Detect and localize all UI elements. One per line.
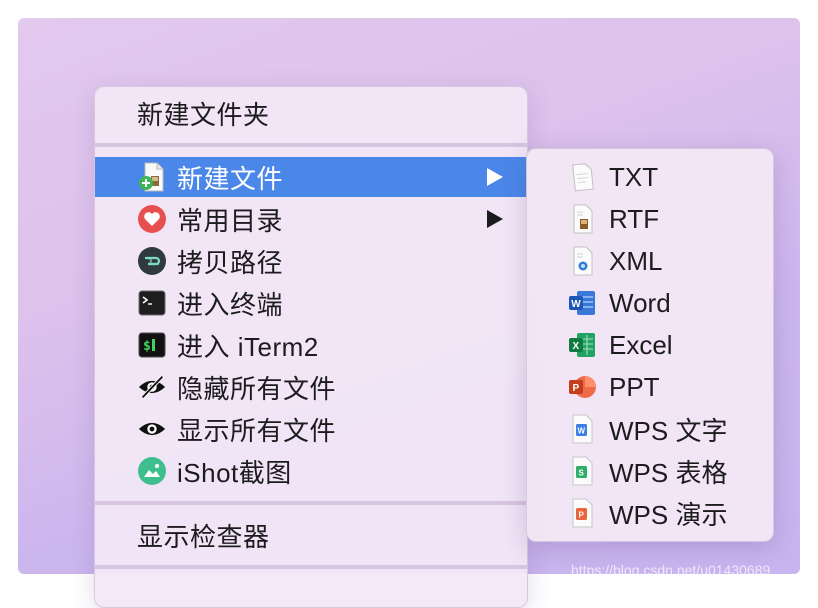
wps-writer-icon: W (567, 413, 597, 445)
svg-text:P: P (573, 383, 580, 394)
xml-file-icon (567, 245, 597, 277)
menu-item-label: 进入 iTerm2 (177, 331, 319, 362)
menu-item-open-terminal[interactable]: 进入终端 (95, 283, 527, 323)
menu-item-copy-path[interactable]: 拷贝路径 (95, 241, 527, 281)
menu-item-hide-all-files[interactable]: 隐藏所有文件 (95, 367, 527, 407)
excel-icon: X (567, 329, 597, 361)
menu-item-show-inspector[interactable]: 显示检查器 (95, 515, 527, 555)
menu-separator (95, 565, 527, 569)
powerpoint-icon: P (567, 371, 597, 403)
submenu-item-label: RTF (609, 203, 660, 234)
menu-separator (95, 501, 527, 505)
terminal-icon (137, 288, 167, 318)
submenu-item-label: WPS 演示 (609, 499, 728, 530)
submenu-item-excel[interactable]: X Excel (527, 325, 773, 365)
menu-item-label: iShot截图 (177, 457, 292, 488)
menu-separator (95, 143, 527, 147)
submenu-item-ppt[interactable]: P PPT (527, 367, 773, 407)
submenu-item-rtf[interactable]: RTF (527, 199, 773, 239)
menu-item-label: 拷贝路径 (177, 247, 284, 278)
svg-text:S: S (579, 469, 585, 478)
heart-icon (137, 204, 167, 234)
menu-item-label: 新建文件 (177, 163, 284, 194)
svg-text:P: P (579, 511, 585, 520)
eye-slash-icon (137, 372, 167, 402)
ishot-icon (137, 456, 167, 486)
submenu-arrow-icon (487, 210, 503, 228)
menu-item-new-folder[interactable]: 新建文件夹 (95, 93, 527, 133)
menu-item-show-all-files[interactable]: 显示所有文件 (95, 409, 527, 449)
rtf-file-icon (567, 203, 597, 235)
submenu-item-wps-presentation[interactable]: P WPS 演示 (527, 493, 773, 533)
svg-text:W: W (578, 427, 586, 436)
submenu-item-label: WPS 表格 (609, 457, 728, 488)
submenu-item-label: XML (609, 245, 663, 276)
path-link-icon (137, 246, 167, 276)
submenu-item-label: Excel (609, 329, 673, 360)
menu-item-open-iterm2[interactable]: $ 进入 iTerm2 (95, 325, 527, 365)
svg-text:W: W (571, 299, 581, 310)
submenu-item-label: TXT (609, 161, 659, 192)
watermark-text: https://blog.csdn.net/u01430689 (571, 562, 771, 578)
svg-text:X: X (573, 341, 580, 352)
submenu-item-label: PPT (609, 371, 660, 402)
menu-item-ishot-screenshot[interactable]: iShot截图 (95, 451, 527, 491)
menu-item-label: 显示所有文件 (177, 415, 337, 446)
wps-presentation-icon: P (567, 497, 597, 529)
eye-icon (137, 414, 167, 444)
menu-item-label: 常用目录 (177, 205, 284, 236)
menu-item-label: 隐藏所有文件 (177, 373, 337, 404)
submenu-item-xml[interactable]: XML (527, 241, 773, 281)
submenu-arrow-icon (487, 168, 503, 186)
menu-item-label: 显示检查器 (137, 521, 270, 552)
iterm2-icon: $ (137, 330, 167, 360)
svg-text:$: $ (143, 339, 151, 354)
new-file-submenu: TXT RTF XML W Word X Excel P PPT W WPS 文… (526, 148, 774, 542)
context-menu: 新建文件夹 新建文件 常用目录 拷贝路径 进入终端 $ 进入 iTerm2 隐藏… (94, 86, 528, 608)
submenu-item-label: WPS 文字 (609, 415, 728, 446)
submenu-item-label: Word (609, 287, 671, 318)
menu-item-new-file[interactable]: 新建文件 (95, 157, 527, 197)
menu-item-label: 进入终端 (177, 289, 284, 320)
wps-spreadsheet-icon: S (567, 455, 597, 487)
submenu-item-wps-writer[interactable]: W WPS 文字 (527, 409, 773, 449)
submenu-item-wps-spreadsheet[interactable]: S WPS 表格 (527, 451, 773, 491)
new-file-icon (137, 162, 167, 192)
word-icon: W (567, 287, 597, 319)
menu-item-label: 新建文件夹 (137, 99, 270, 130)
submenu-item-word[interactable]: W Word (527, 283, 773, 323)
submenu-item-txt[interactable]: TXT (527, 157, 773, 197)
txt-file-icon (567, 161, 597, 193)
menu-item-favorite-directories[interactable]: 常用目录 (95, 199, 527, 239)
